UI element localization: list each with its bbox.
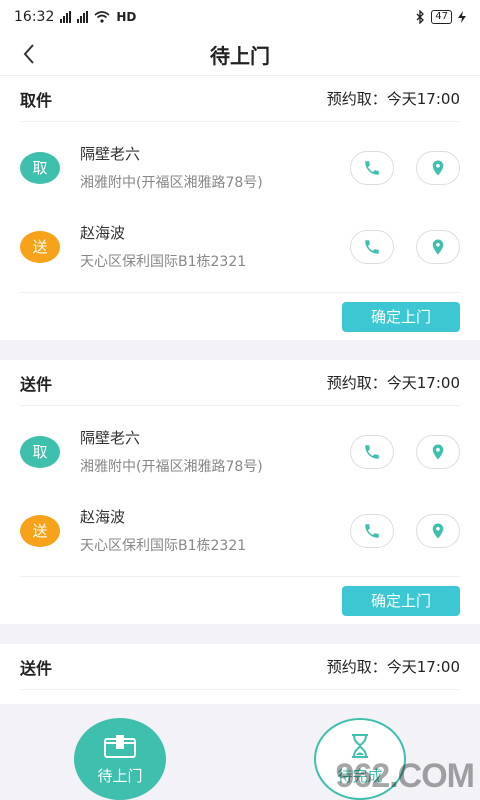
pickup-stop: 取 隔壁老六 湘雅附中(开福区湘雅路78号)	[20, 128, 460, 207]
tab-pending-visit[interactable]: 待上门	[74, 718, 166, 800]
bottom-tab-bar: 待上门 待完成 962.COM	[0, 704, 480, 800]
order-type: 送件	[20, 374, 53, 394]
location-pin-icon	[432, 444, 444, 459]
location-pin-icon	[432, 160, 444, 175]
status-time: 16:32	[14, 9, 55, 25]
order-type: 送件	[20, 658, 53, 678]
call-button[interactable]	[350, 434, 394, 469]
card-divider	[0, 340, 480, 360]
delivery-stop: 送 赵海波 天心区保利国际B1栋2321	[20, 207, 460, 286]
status-bar: 16:32 HD 47	[0, 0, 480, 34]
order-header: 送件 预约取：今天17:00	[20, 360, 460, 406]
call-button[interactable]	[350, 513, 394, 548]
phone-icon	[365, 239, 379, 254]
contact-address: 天心区保利国际B1栋2321	[80, 254, 247, 270]
location-button[interactable]	[416, 513, 460, 548]
confirm-visit-button[interactable]: 确定上门	[342, 301, 460, 332]
order-header: 送件 预约取：今天17:00	[20, 644, 460, 690]
tab-label: 待上门	[97, 766, 143, 785]
location-button[interactable]	[416, 150, 460, 185]
hourglass-icon	[352, 733, 368, 758]
contact-address: 湘雅附中(开福区湘雅路78号)	[80, 459, 263, 475]
contact-name: 隔壁老六	[80, 429, 141, 447]
nav-bar: 待上门	[0, 34, 480, 76]
location-pin-icon	[432, 523, 444, 538]
appointment-time: 预约取：今天17:00	[326, 374, 460, 392]
watermark-logo: 962.COM	[335, 757, 475, 795]
network-type: HD	[116, 10, 137, 24]
contact-address: 湘雅附中(开福区湘雅路78号)	[80, 175, 263, 191]
location-pin-icon	[432, 239, 444, 254]
pickup-badge: 取	[20, 435, 60, 468]
signal-icon	[77, 11, 89, 23]
contact-address: 天心区保利国际B1栋2321	[80, 538, 247, 554]
order-card: 取件 预约取：今天17:00 取 隔壁老六 湘雅附中(开福区湘雅路78号) 送 …	[0, 76, 480, 340]
call-button[interactable]	[350, 229, 394, 264]
signal-icon	[60, 11, 72, 23]
order-type: 取件	[20, 90, 53, 110]
location-button[interactable]	[416, 434, 460, 469]
contact-name: 赵海波	[80, 508, 126, 526]
contact-name: 赵海波	[80, 224, 126, 242]
charging-icon	[458, 11, 466, 23]
page-title: 待上门	[210, 44, 270, 68]
order-card: 送件 预约取：今天17:00 取 隔壁老六 湘雅附中(开福区湘雅路78号) 送 …	[0, 360, 480, 624]
confirm-visit-button[interactable]: 确定上门	[342, 585, 460, 616]
appointment-time: 预约取：今天17:00	[326, 90, 460, 108]
box-icon	[104, 734, 136, 758]
phone-icon	[365, 444, 379, 459]
battery-icon: 47	[431, 10, 452, 24]
pickup-badge: 取	[20, 151, 60, 184]
wifi-icon	[94, 11, 110, 23]
order-footer: 确定上门	[20, 576, 460, 624]
order-header: 取件 预约取：今天17:00	[20, 76, 460, 122]
phone-icon	[365, 523, 379, 538]
order-footer: 确定上门	[20, 292, 460, 340]
location-button[interactable]	[416, 229, 460, 264]
delivery-stop: 送 赵海波 天心区保利国际B1栋2321	[20, 491, 460, 570]
call-button[interactable]	[350, 150, 394, 185]
contact-name: 隔壁老六	[80, 145, 141, 163]
delivery-badge: 送	[20, 514, 60, 547]
delivery-badge: 送	[20, 230, 60, 263]
bluetooth-icon	[416, 10, 425, 24]
back-arrow-icon[interactable]	[18, 42, 42, 66]
phone-icon	[365, 160, 379, 175]
card-divider	[0, 624, 480, 644]
pickup-stop: 取 隔壁老六 湘雅附中(开福区湘雅路78号)	[20, 412, 460, 491]
appointment-time: 预约取：今天17:00	[326, 658, 460, 676]
